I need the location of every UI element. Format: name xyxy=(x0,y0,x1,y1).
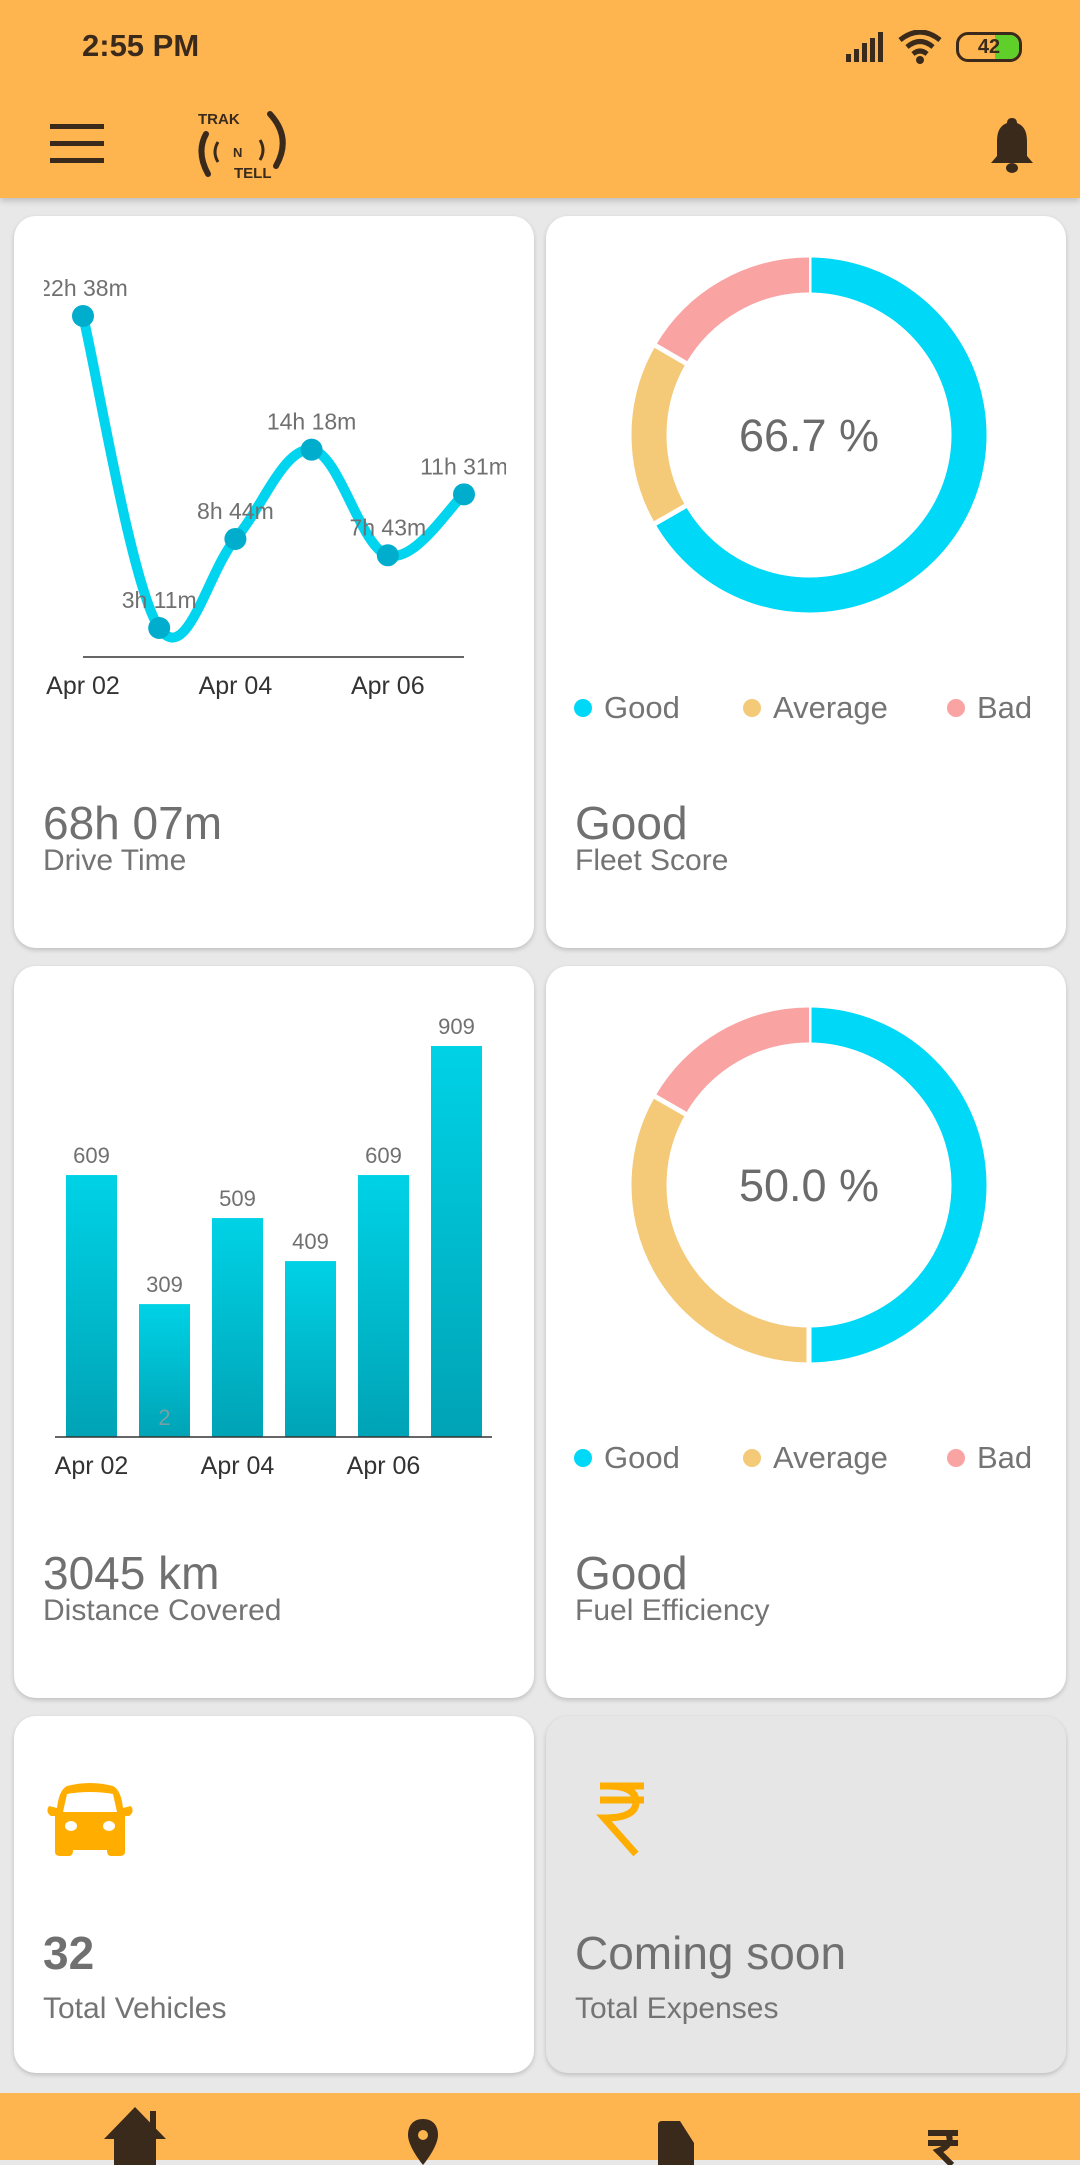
data-point xyxy=(148,617,171,639)
data-point xyxy=(72,305,94,327)
drive-time-label: Drive Time xyxy=(43,844,187,877)
legend-item-good: Good xyxy=(574,690,680,726)
total-expenses-card[interactable]: Coming soon Total Expenses xyxy=(546,1716,1066,2073)
fuel-efficiency-legend: Good Average Bad xyxy=(546,1440,1066,1476)
x-tick-label: Apr 06 xyxy=(347,1452,421,1480)
fuel-efficiency-value: Good xyxy=(575,1547,688,1599)
data-label: 7h 43m xyxy=(349,514,426,540)
donut-slice-average xyxy=(631,345,687,524)
fleet-score-donut-chart: 66.7 % xyxy=(631,255,987,613)
donut-slice-bad xyxy=(655,257,810,364)
distance-value: 3045 km xyxy=(43,1547,220,1599)
drive-time-value: 68h 07m xyxy=(43,797,223,849)
legend-item-good: Good xyxy=(574,1440,680,1476)
fleet-score-card[interactable]: 66.7 % Good Average Bad Good Fleet Score xyxy=(546,216,1066,948)
bar-value-label: 909 xyxy=(438,1014,475,1039)
bottom-navigation xyxy=(0,2093,1080,2165)
x-tick-label: Apr 02 xyxy=(46,672,120,700)
data-point xyxy=(224,527,247,550)
car-icon xyxy=(47,1783,133,1856)
x-tick-label: Apr 06 xyxy=(351,672,425,700)
fleet-score-label: Fleet Score xyxy=(575,844,729,877)
legend-dot-good xyxy=(574,1449,592,1467)
bar-value-label: 409 xyxy=(292,1229,329,1254)
x-tick-label: Apr 02 xyxy=(55,1452,129,1480)
bar xyxy=(285,1261,336,1437)
hamburger-icon xyxy=(50,124,104,129)
nav-fuel-icon[interactable] xyxy=(640,2105,710,2165)
x-tick-label: Apr 04 xyxy=(199,672,273,700)
bar-value-label: 309 xyxy=(146,1272,183,1297)
total-vehicles-card[interactable]: 32 Total Vehicles xyxy=(14,1716,534,2073)
fuel-efficiency-label: Fuel Efficiency xyxy=(575,1594,770,1627)
data-label: 14h 18m xyxy=(267,409,357,435)
legend-dot-good xyxy=(574,699,592,717)
legend-item-average: Average xyxy=(743,690,888,726)
status-icons: 42 xyxy=(846,30,1022,64)
rupee-icon xyxy=(596,1782,644,1856)
nav-expenses-icon[interactable] xyxy=(908,2105,978,2165)
bar xyxy=(66,1175,117,1437)
legend-dot-average xyxy=(743,1449,761,1467)
distance-label: Distance Covered xyxy=(43,1594,282,1627)
bar-value-label: 609 xyxy=(73,1143,110,1168)
bar xyxy=(358,1175,409,1437)
donut-center-label: 50.0 % xyxy=(739,1160,879,1211)
bar-value-label: 509 xyxy=(219,1186,256,1211)
app-bar: 2:55 PM 42 TRAK N TELL xyxy=(0,0,1080,198)
drive-time-line-chart: 22h 38m 3h 11m 8h 44m 14h 18m 7h 43m 11h 31m A… xyxy=(38,275,508,700)
data-point xyxy=(300,438,323,461)
nav-location-icon[interactable] xyxy=(388,2105,458,2165)
svg-text:TRAK: TRAK xyxy=(198,111,240,128)
legend-item-bad: Bad xyxy=(947,1440,1032,1476)
bar-inner-label: 2 xyxy=(158,1405,170,1430)
bar xyxy=(212,1218,263,1437)
data-label: 11h 31m xyxy=(420,453,508,479)
signal-icon xyxy=(846,32,883,62)
fuel-efficiency-card[interactable]: 50.0 % Good Average Bad Good Fuel Effici… xyxy=(546,966,1066,1698)
legend-item-average: Average xyxy=(743,1440,888,1476)
donut-slice-average xyxy=(631,1096,810,1363)
data-label: 22h 38m xyxy=(38,275,128,301)
total-vehicles-label: Total Vehicles xyxy=(43,1992,227,2025)
status-time: 2:55 PM xyxy=(82,28,200,63)
fleet-score-value: Good xyxy=(575,797,688,849)
bar xyxy=(431,1046,482,1437)
trak-n-tell-logo: TRAK N TELL xyxy=(198,111,286,180)
data-point xyxy=(453,483,475,506)
wifi-icon xyxy=(898,30,942,64)
nav-home-icon[interactable] xyxy=(100,2105,170,2165)
notification-bell-icon[interactable] xyxy=(988,116,1036,174)
distance-card[interactable]: 609 309 509 409 609 909 2 Apr 02 Apr 04 Apr 06 30… xyxy=(14,966,534,1698)
fleet-score-legend: Good Average Bad xyxy=(546,690,1066,726)
total-expenses-label: Total Expenses xyxy=(575,1992,779,2025)
fuel-efficiency-donut-chart: 50.0 % xyxy=(631,1005,987,1365)
svg-text:N: N xyxy=(233,145,242,160)
donut-slice-bad xyxy=(655,1007,810,1115)
data-label: 8h 44m xyxy=(197,498,274,524)
bar-value-label: 609 xyxy=(365,1143,402,1168)
line-chart-plot: 22h 38m 3h 11m 8h 44m 14h 18m 7h 43m 11h 31m xyxy=(38,275,508,658)
legend-dot-bad xyxy=(947,699,965,717)
legend-dot-average xyxy=(743,699,761,717)
menu-button[interactable] xyxy=(50,124,104,164)
total-expenses-value: Coming soon xyxy=(575,1927,847,1979)
legend-item-bad: Bad xyxy=(947,690,1032,726)
svg-text:TELL: TELL xyxy=(234,165,272,180)
donut-center-label: 66.7 % xyxy=(739,410,879,461)
data-point xyxy=(376,544,399,567)
total-vehicles-value: 32 xyxy=(43,1927,95,1979)
legend-dot-bad xyxy=(947,1449,965,1467)
battery-indicator: 42 xyxy=(956,32,1022,62)
x-tick-label: Apr 04 xyxy=(201,1452,275,1480)
distance-bar-chart: 609 309 509 409 609 909 2 Apr 02 Apr 04 Apr 06 xyxy=(55,1014,492,1480)
drive-time-card[interactable]: 22h 38m 3h 11m 8h 44m 14h 18m 7h 43m 11h 31m A… xyxy=(14,216,534,948)
data-label: 3h 11m xyxy=(122,587,197,613)
